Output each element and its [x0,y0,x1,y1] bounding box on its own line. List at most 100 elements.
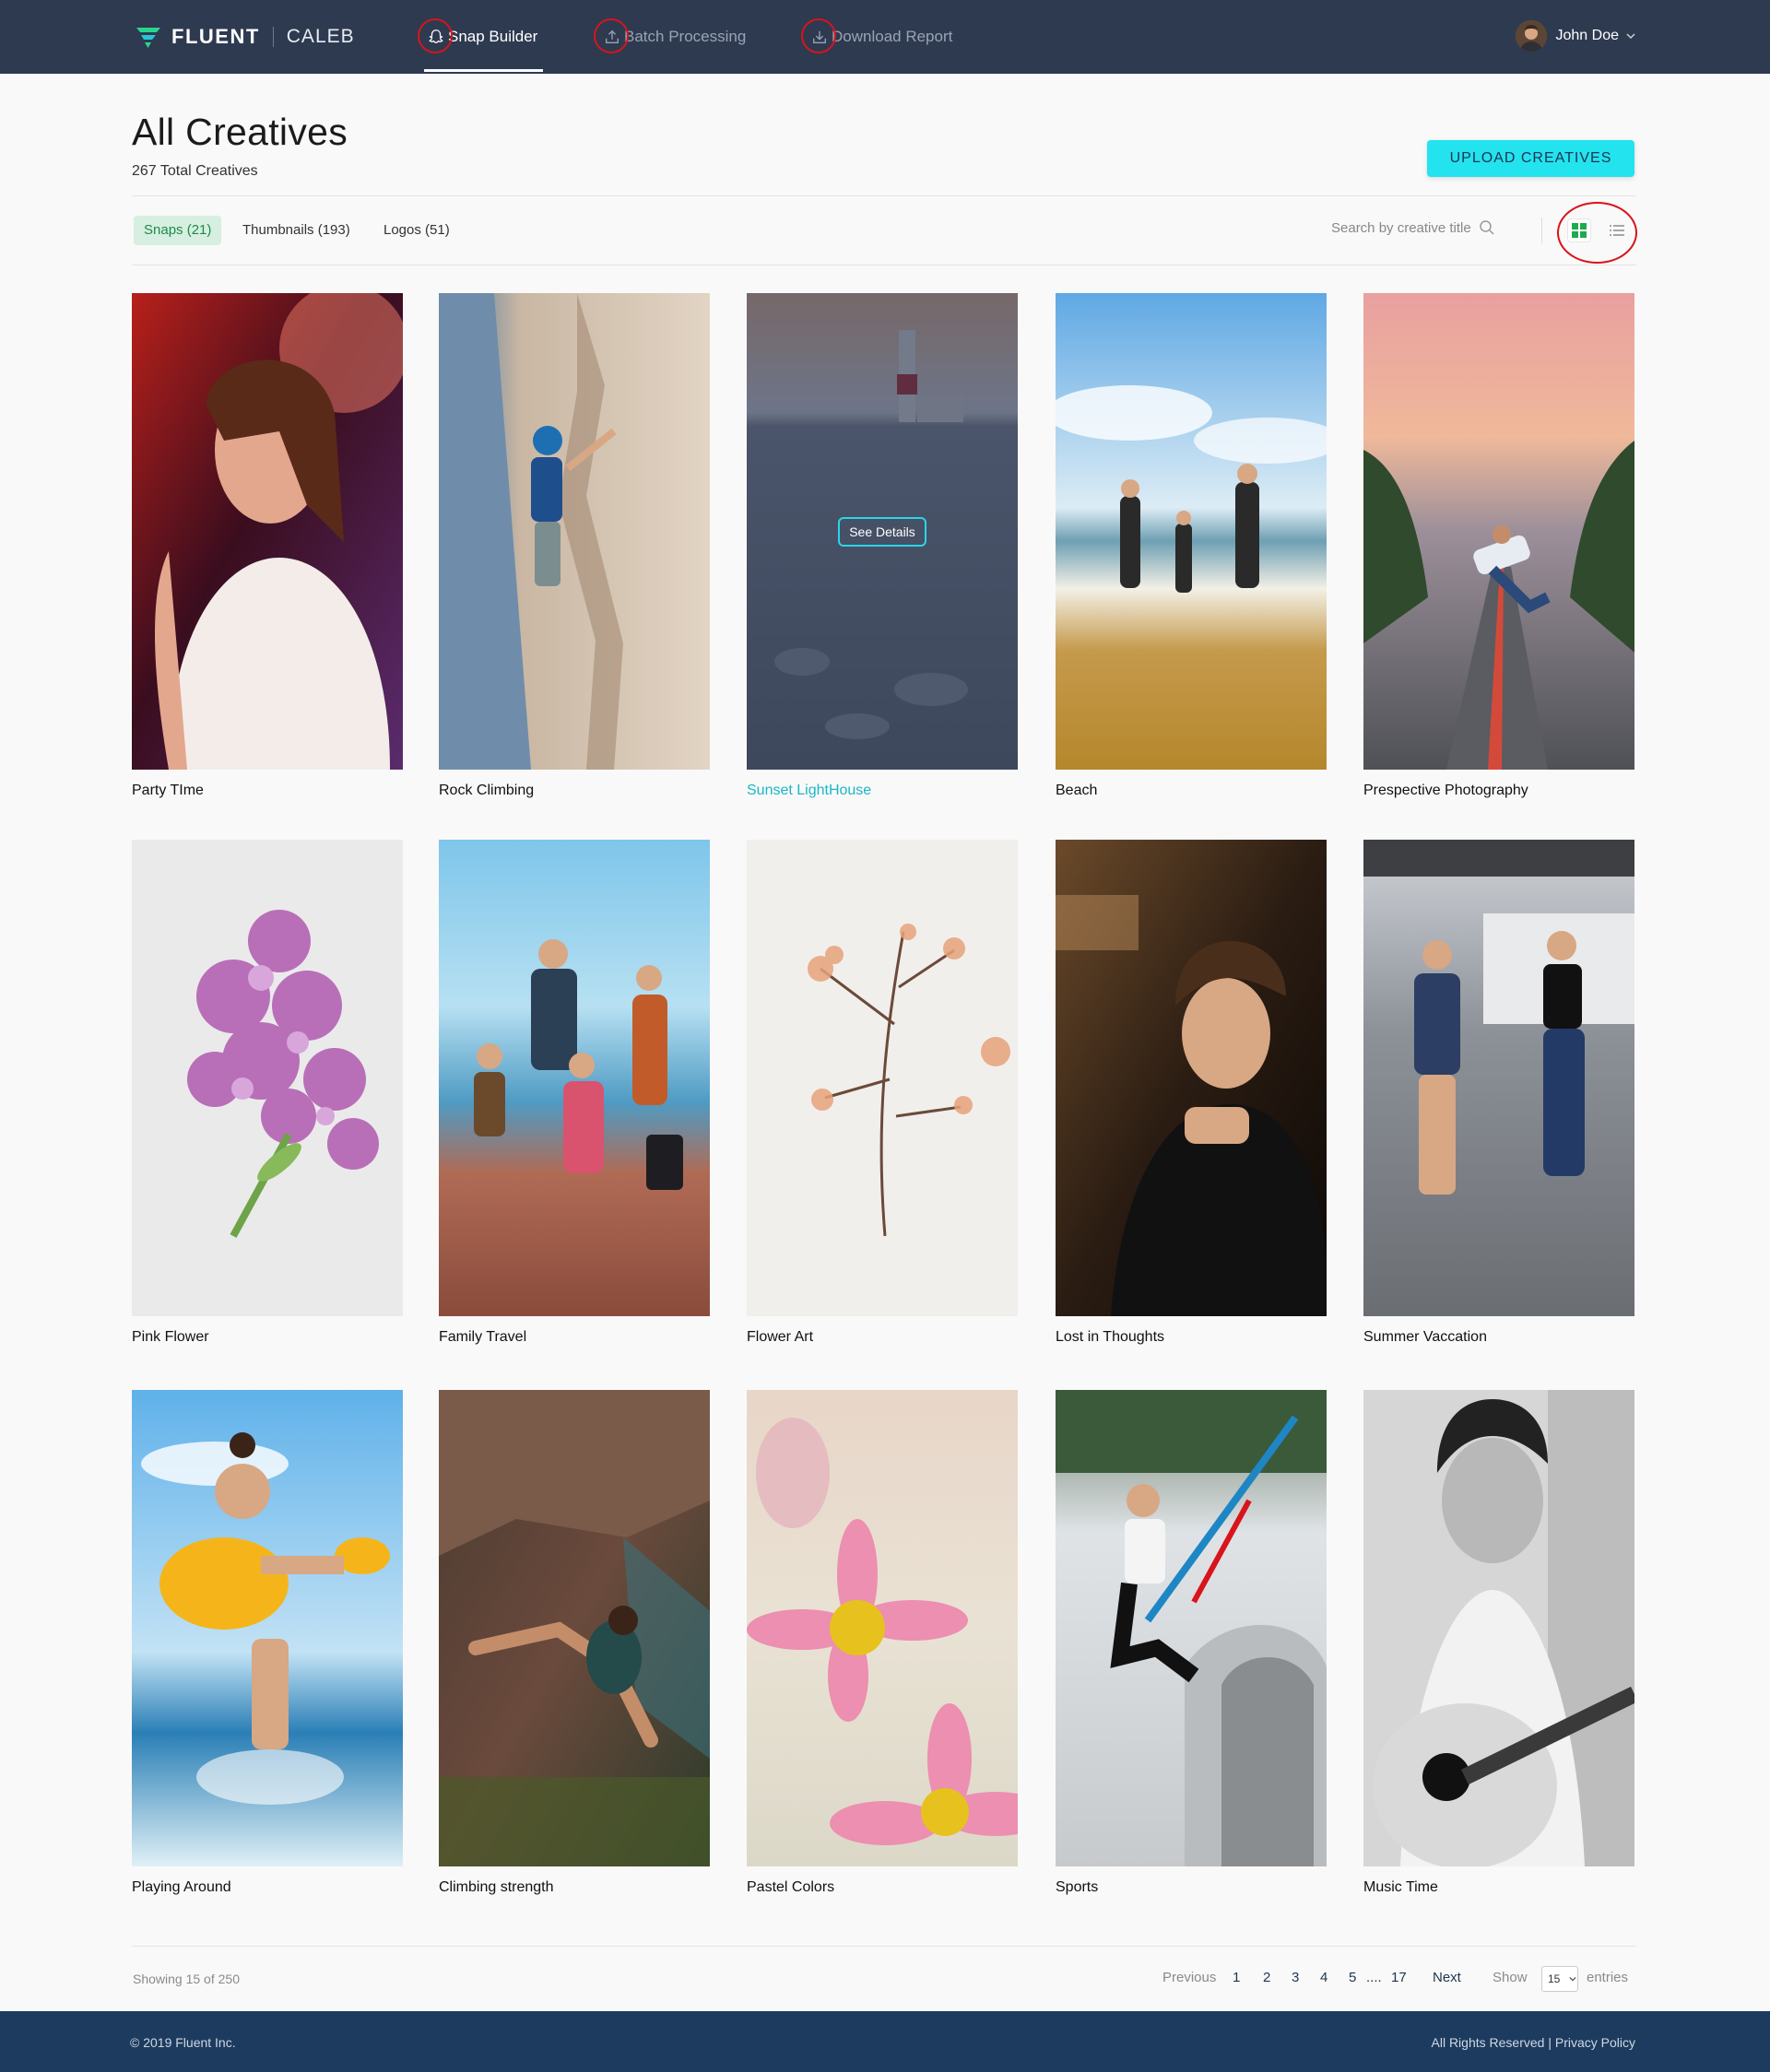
creative-title[interactable]: Summer Vaccation [1363,1329,1634,1346]
annotation-circle [594,18,629,53]
creative-title[interactable]: Family Travel [439,1329,710,1346]
creative-title[interactable]: Pastel Colors [747,1879,1018,1896]
friends-photo[interactable] [1363,840,1634,1316]
privacy-policy-link[interactable]: Privacy Policy [1555,2035,1635,2050]
brand-name: FLUENT [171,25,260,48]
pagination-previous[interactable]: Previous [1162,1970,1216,1985]
search-field[interactable]: Search by creative title [1331,219,1495,236]
chevron-down-icon [1569,1976,1576,1982]
pagination-page[interactable]: 1 [1233,1970,1240,1985]
creative-title[interactable]: Climbing strength [439,1879,710,1896]
guitar-photo[interactable] [1363,1390,1634,1866]
party-photo[interactable] [132,293,403,770]
entries-label: entries [1587,1970,1629,1985]
entries-select[interactable]: 15 [1541,1966,1578,1992]
creative-title[interactable]: Flower Art [747,1329,1018,1346]
creative-card[interactable]: Rock Climbing [439,293,710,799]
footer: © 2019 Fluent Inc. All Rights Reserved |… [0,2011,1770,2072]
creative-title[interactable]: Playing Around [132,1879,403,1896]
tab-thumbnails[interactable]: Thumbnails (193) [232,216,360,245]
creative-title[interactable]: Sports [1056,1879,1327,1896]
creative-card[interactable]: Beach [1056,293,1327,799]
creative-card[interactable]: Summer Vaccation [1363,840,1634,1346]
pagination-ellipsis: .... [1366,1970,1382,1985]
show-label: Show [1493,1970,1528,1985]
pagination-page[interactable]: 17 [1391,1970,1407,1985]
creative-card[interactable]: Family Travel [439,840,710,1346]
copyright: © 2019 Fluent Inc. [130,2035,236,2050]
beach-photo[interactable] [1056,293,1327,770]
dried-flower-photo[interactable] [747,840,1018,1316]
creative-title[interactable]: Beach [1056,783,1327,799]
pagination-page[interactable]: 5 [1349,1970,1356,1985]
creative-card[interactable]: Music Time [1363,1390,1634,1896]
top-navbar: FLUENT CALEB Snap Builder Batch Processi… [0,0,1770,74]
creative-title[interactable]: Prespective Photography [1363,783,1634,799]
nav-snap-builder[interactable]: Snap Builder [418,0,544,74]
divider [132,195,1636,196]
creative-card[interactable]: Flower Art [747,840,1018,1346]
creative-card[interactable]: Sports [1056,1390,1327,1896]
upload-creatives-button[interactable]: UPLOAD CREATIVES [1427,140,1634,177]
list-view-button[interactable] [1608,221,1626,240]
footer-links: All Rights Reserved | Privacy Policy [1432,2035,1636,2050]
road-jump-photo[interactable] [1363,293,1634,770]
client-name: CALEB [286,26,355,47]
page-title: All Creatives [132,111,348,153]
annotation-circle [801,18,836,53]
search-input[interactable]: Search by creative title [1331,220,1471,236]
pagination-page[interactable]: 4 [1320,1970,1328,1985]
hover-overlay: See Details [747,293,1018,770]
nav-batch-processing[interactable]: Batch Processing [594,0,747,74]
girl-beach-photo[interactable] [132,1390,403,1866]
creative-card[interactable]: Prespective Photography [1363,293,1634,799]
chevron-down-icon [1626,33,1635,40]
creative-card[interactable]: Pink Flower [132,840,403,1346]
footer-separator: | [1548,2035,1555,2050]
pagination-page[interactable]: 3 [1292,1970,1299,1985]
tab-logos[interactable]: Logos (51) [373,216,460,245]
pagination-page[interactable]: 2 [1263,1970,1270,1985]
creative-title[interactable]: Sunset LightHouse [747,783,1018,799]
creative-title[interactable]: Music Time [1363,1879,1634,1896]
divider [132,1946,1636,1947]
creative-card[interactable]: Playing Around [132,1390,403,1896]
showing-count: Showing 15 of 250 [133,1972,240,1986]
boulder-photo[interactable] [439,1390,710,1866]
nav-download-report-label: Download Report [832,28,953,45]
entries-value: 15 [1548,1972,1561,1985]
nav-download-report[interactable]: Download Report [801,0,953,74]
see-details-button[interactable]: See Details [838,516,926,547]
user-menu[interactable]: John Doe [1515,20,1636,52]
download-tray-icon [801,18,836,53]
list-view-icon [1610,225,1624,236]
family-photo[interactable] [439,840,710,1316]
climbing-photo[interactable] [439,293,710,770]
nav-snap-builder-label: Snap Builder [448,28,538,45]
creative-title[interactable]: Lost in Thoughts [1056,1329,1327,1346]
creative-card[interactable]: See Details Sunset LightHouse [747,293,1018,799]
creative-card[interactable]: Climbing strength [439,1390,710,1896]
toolbar-divider [1541,218,1542,243]
search-icon [1480,220,1494,235]
fluent-logo-icon [136,28,160,48]
total-creatives-count: 267 Total Creatives [132,163,258,179]
creative-title[interactable]: Party TIme [132,783,403,799]
tab-snaps[interactable]: Snaps (21) [134,216,222,245]
lighthouse-photo[interactable]: See Details [747,293,1018,770]
scooter-photo[interactable] [1056,1390,1327,1866]
daisy-photo[interactable] [747,1390,1018,1866]
creative-title[interactable]: Pink Flower [132,1329,403,1346]
pagination-next[interactable]: Next [1433,1970,1461,1985]
snapchat-ghost-icon [418,18,453,53]
brand[interactable]: FLUENT CALEB [135,24,355,50]
upload-tray-icon [594,18,629,53]
creative-card[interactable]: Lost in Thoughts [1056,840,1327,1346]
nav-batch-processing-label: Batch Processing [624,28,747,45]
creative-card[interactable]: Party TIme [132,293,403,799]
lilac-photo[interactable] [132,840,403,1316]
creative-card[interactable]: Pastel Colors [747,1390,1018,1896]
creative-title[interactable]: Rock Climbing [439,783,710,799]
portrait-photo[interactable] [1056,840,1327,1316]
annotation-circle [418,18,453,53]
